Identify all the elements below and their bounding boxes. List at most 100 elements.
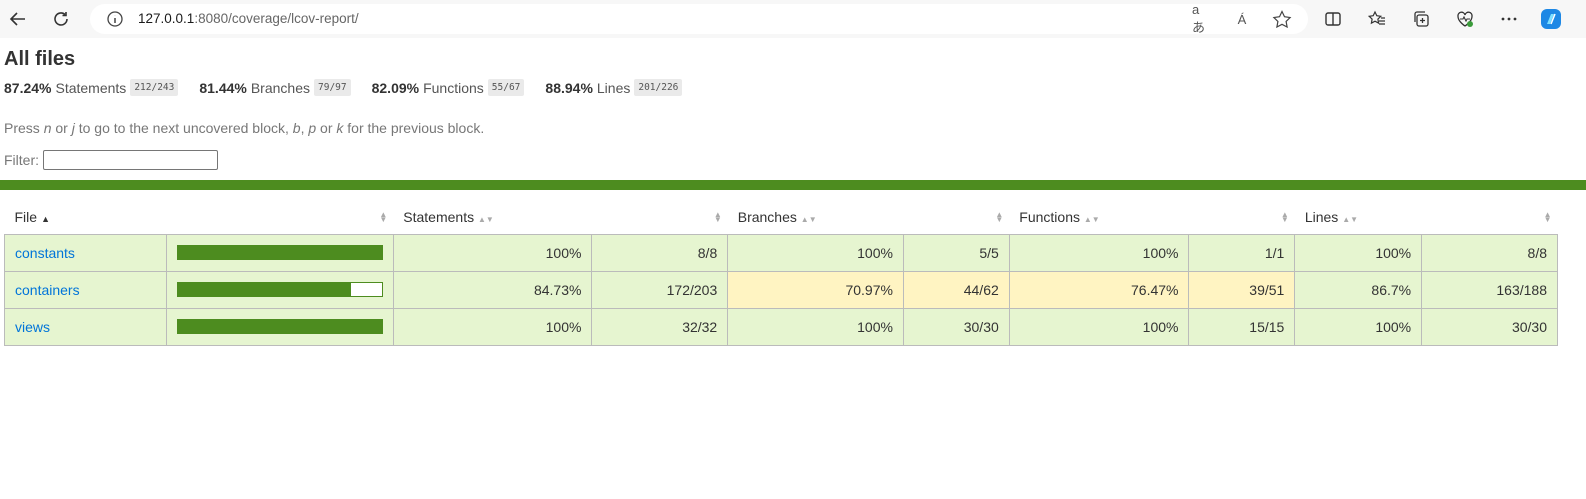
coverage-bar-fill [177,246,382,259]
summary-fraction: 212/243 [130,79,179,96]
lines-frac: 163/188 [1421,270,1558,309]
branches-frac: 44/62 [902,270,1010,309]
summary-pct: 82.09% [371,79,420,96]
branches-pct: 100% [727,233,904,272]
statements-pct: 100% [392,233,593,272]
summary-branches: 81.44% Branches 79/97 [199,79,351,96]
back-arrow-icon [9,12,25,26]
favorite-star-icon[interactable] [1272,10,1292,28]
coverage-bar-cell [165,233,394,272]
lines-pct: 100% [1294,233,1423,272]
refresh-icon [54,12,68,26]
header-branches[interactable]: Branches ▲▼ [728,200,904,234]
split-screen-button[interactable] [1318,4,1348,34]
hint-text: to go to the next uncovered block, [74,120,293,136]
summary-pct: 87.24% [4,79,52,96]
filter-input[interactable] [43,150,218,170]
header-statements-frac[interactable]: ▲ ▼ [592,200,728,234]
functions-pct: 76.47% [1008,270,1190,309]
header-lines[interactable]: Lines ▲▼ [1295,200,1422,234]
header-lines-label: Lines [1304,208,1339,225]
info-icon[interactable] [106,10,124,28]
keyboard-hint: Press n or j to go to the next uncovered… [4,120,484,136]
url-host: 127.0.0.1 [138,11,195,26]
url-path: :8080/coverage/lcov-report/ [194,11,359,26]
more-menu-button[interactable] [1494,4,1524,34]
browser-essentials-button[interactable] [1450,4,1480,34]
sort-icon: ▲▼ [995,210,1004,224]
sort-icon: ▲▼ [800,214,817,224]
functions-frac: 1/1 [1188,233,1296,272]
statements-pct: 84.73% [392,270,593,309]
coverage-bar [176,319,383,334]
lines-frac: 8/8 [1421,233,1558,272]
read-aloud-icon[interactable]: Á [1232,10,1252,28]
statements-frac: 172/203 [591,270,729,309]
sort-icon: ▲▼ [379,210,388,224]
coverage-bar-cell [165,307,394,346]
table-header-row: File ▲ ▲ ▼ Statements ▲▼ ▲ ▼ Branches ▲▼ ▲ ▼… [5,200,1558,234]
functions-frac: 39/51 [1188,270,1296,309]
summary-label: Lines [596,79,631,96]
file-link[interactable]: constants [15,245,75,261]
heart-pulse-icon [1457,11,1473,27]
coverage-bar [176,245,383,260]
collections-button[interactable] [1406,4,1436,34]
file-link[interactable]: views [15,319,50,335]
coverage-summary: 87.24% Statements 212/243 81.44% Branche… [4,79,703,96]
header-file-bar[interactable]: ▲ ▼ [166,200,393,234]
header-functions-label: Functions [1019,208,1080,225]
functions-pct: 100% [1008,233,1190,272]
summary-fraction: 55/67 [487,79,525,96]
header-functions-frac[interactable]: ▲ ▼ [1189,200,1295,234]
hint-key: p [308,120,317,136]
sort-icon: ▲▼ [1280,210,1289,224]
filter-row: Filter: [4,150,218,170]
browser-toolbar: 127.0.0.1:8080/coverage/lcov-report/ aあ … [0,0,1586,38]
filter-label: Filter: [4,152,39,168]
favorites-icon [1368,10,1385,25]
hint-text: or [316,120,337,136]
summary-label: Statements [55,79,127,96]
copilot-button[interactable] [1536,4,1566,34]
sort-ascending-icon: ▲ [41,213,50,224]
header-statements[interactable]: Statements ▲▼ [393,200,592,234]
hint-key: b [292,120,301,136]
lines-frac: 30/30 [1421,307,1558,346]
header-file-label: File [14,208,38,225]
summary-fraction: 201/226 [634,79,683,96]
address-bar[interactable]: 127.0.0.1:8080/coverage/lcov-report/ aあ … [90,2,1308,35]
refresh-button[interactable] [46,4,76,34]
file-cell: views [4,307,167,346]
header-functions[interactable]: Functions ▲▼ [1009,200,1189,234]
summary-label: Branches [250,79,310,96]
header-lines-frac[interactable]: ▲ ▼ [1422,200,1558,234]
summary-pct: 81.44% [199,79,247,96]
split-screen-icon [1325,12,1341,26]
table-row: constants 100% 8/8 100% 5/5 100% 1/1 100… [4,233,1558,272]
header-branches-label: Branches [737,208,797,225]
coverage-bar [176,282,383,297]
summary-statements: 87.24% Statements 212/243 [4,79,179,96]
hint-text: Press [4,120,44,136]
coverage-bar-fill [177,283,351,296]
summary-functions: 82.09% Functions 55/67 [372,79,525,96]
collections-icon [1414,11,1429,27]
branches-frac: 30/30 [902,307,1010,346]
file-link[interactable]: containers [15,282,80,298]
coverage-status-bar [0,180,1586,190]
header-file[interactable]: File ▲ [5,200,167,234]
hint-text: for the previous block. [343,120,485,136]
translate-icon[interactable]: aあ [1192,2,1212,35]
favorites-button[interactable] [1362,4,1392,34]
statements-frac: 8/8 [591,233,729,272]
sort-icon: ▲▼ [1342,214,1359,224]
summary-fraction: 79/97 [314,79,351,96]
branches-frac: 5/5 [902,233,1010,272]
back-button[interactable] [3,4,33,34]
branches-pct: 70.97% [727,270,904,309]
header-branches-frac[interactable]: ▲ ▼ [903,200,1009,234]
sort-icon: ▲▼ [713,210,722,224]
coverage-bar-fill [177,320,382,333]
more-dots-icon [1501,17,1517,21]
